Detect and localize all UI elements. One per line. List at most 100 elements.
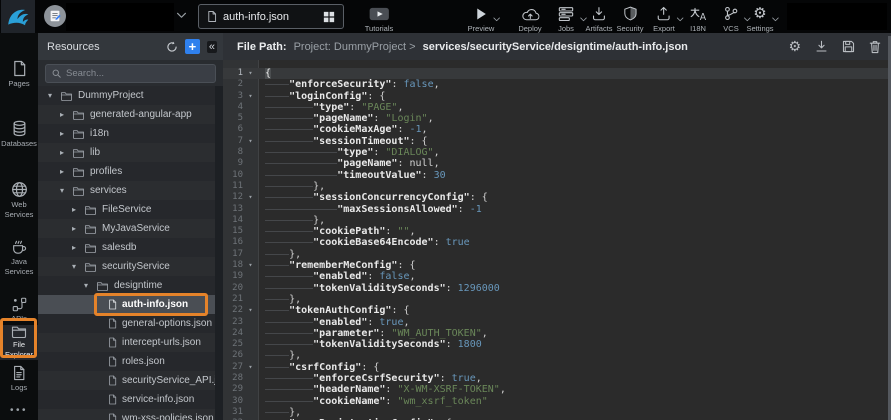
chevron-collapsed-icon[interactable]: ▸: [72, 243, 84, 252]
code-line-12[interactable]: 12▾"sessionConcurrencyConfig": {: [223, 192, 888, 203]
chevron-expanded-icon[interactable]: ▾: [48, 91, 60, 100]
sidebar-item-java-services[interactable]: Java Services: [0, 239, 38, 277]
code-line-13[interactable]: 13"maxSessionsAllowed": -1: [223, 204, 888, 215]
code-line-5[interactable]: 5"pageName": "Login",: [223, 113, 888, 124]
tree-item-services[interactable]: ▾services: [38, 181, 215, 200]
fold-marker-icon[interactable]: ▾: [243, 68, 258, 79]
code-line-29[interactable]: 29"headerName": "X-WM-XSRF-TOKEN",: [223, 384, 888, 395]
code-line-25[interactable]: 25"tokenValiditySeconds": 1800: [223, 339, 888, 350]
collapse-panel-icon[interactable]: «: [207, 41, 217, 53]
fold-marker-icon[interactable]: ▾: [243, 362, 258, 373]
tree-item-wm-xss-policies-json[interactable]: wm-xss-policies.json: [38, 409, 215, 420]
indent-guide: [265, 215, 313, 226]
tree-item-generated-angular-app[interactable]: ▸generated-angular-app: [38, 105, 215, 124]
fold-marker-icon[interactable]: ▾: [243, 305, 258, 316]
chevron-collapsed-icon[interactable]: ▸: [72, 205, 84, 214]
code-line-4[interactable]: 4"type": "PAGE",: [223, 102, 888, 113]
toolbar-action-tutorials[interactable]: Tutorials: [365, 6, 393, 33]
toolbar-action-settings[interactable]: ⚙Settings: [746, 6, 773, 33]
tree-item-fileservice[interactable]: ▸FileService: [38, 200, 215, 219]
tree-item-general-options-json[interactable]: general-options.json: [38, 314, 215, 333]
code-line-27[interactable]: 27▾"csrfConfig": {: [223, 362, 888, 373]
tree-item-intercept-urls-json[interactable]: intercept-urls.json: [38, 333, 215, 352]
code-line-8[interactable]: 8"type": "DIALOG",: [223, 147, 888, 158]
sidebar-item-pages[interactable]: Pages: [0, 60, 38, 89]
sidebar-item-logs[interactable]: Logs: [0, 365, 38, 393]
code-line-2[interactable]: 2"enforceSecurity": false,: [223, 79, 888, 90]
chevron-down-icon[interactable]: [772, 17, 780, 22]
tree-scrollbar[interactable]: [215, 86, 223, 420]
toolbar-action-security[interactable]: Security: [616, 6, 643, 33]
code-line-19[interactable]: 19"enabled": false,: [223, 271, 888, 282]
fold-marker-icon[interactable]: ▾: [243, 260, 258, 271]
code-line-28[interactable]: 28"enforceCsrfSecurity": true,: [223, 373, 888, 384]
search-input[interactable]: Search...: [45, 64, 216, 83]
chevron-expanded-icon[interactable]: ▾: [84, 281, 96, 290]
tree-item-designtime[interactable]: ▾designtime: [38, 276, 215, 295]
code-line-20[interactable]: 20"tokenValiditySeconds": 1296000: [223, 283, 888, 294]
fold-marker-icon[interactable]: ▾: [243, 91, 258, 102]
code-line-11[interactable]: 11},: [223, 181, 888, 192]
toolbar-action-deploy[interactable]: Deploy: [518, 6, 541, 33]
tree-item-auth-info-json[interactable]: auth-info.json: [38, 295, 215, 314]
delete-button[interactable]: [869, 40, 881, 54]
code-line-16[interactable]: 16"cookieBase64Encode": true: [223, 237, 888, 248]
settings-button[interactable]: ⚙: [788, 38, 801, 56]
chevron-expanded-icon[interactable]: ▾: [72, 262, 84, 271]
toolbar-action-export[interactable]: Export: [653, 6, 675, 33]
sidebar-item-file-explorer[interactable]: File Explorer: [0, 325, 38, 360]
sidebar-item-databases[interactable]: Databases: [0, 120, 38, 149]
chevron-collapsed-icon[interactable]: ▸: [60, 129, 72, 138]
sidebar-item-apis[interactable]: APIs: [0, 297, 38, 324]
tree-item-service-info-json[interactable]: service-info.json: [38, 390, 215, 409]
code-line-24[interactable]: 24"parameter": "WM_AUTH_TOKEN",: [223, 328, 888, 339]
refresh-icon[interactable]: [166, 41, 178, 53]
save-button[interactable]: [842, 40, 855, 53]
code-line-22[interactable]: 22▾"tokenAuthConfig": {: [223, 305, 888, 316]
toolbar-action-preview[interactable]: Preview: [468, 6, 495, 33]
code-line-15[interactable]: 15"cookiePath": "",: [223, 226, 888, 237]
code-line-23[interactable]: 23"enabled": true,: [223, 317, 888, 328]
tree-item-salesdb[interactable]: ▸salesdb: [38, 238, 215, 257]
chevron-collapsed-icon[interactable]: ▸: [60, 167, 72, 176]
code-line-26[interactable]: 26},: [223, 350, 888, 361]
tree-item-profiles[interactable]: ▸profiles: [38, 162, 215, 181]
code-editor[interactable]: 1▾{2"enforceSecurity": false,3▾"loginCon…: [223, 60, 888, 420]
toolbar-action-vcs[interactable]: VCS: [723, 6, 738, 33]
fold-marker-icon[interactable]: ▾: [243, 192, 258, 203]
code-line-31[interactable]: 31},: [223, 407, 888, 418]
code-line-14[interactable]: 14},: [223, 215, 888, 226]
tree-item-lib[interactable]: ▸lib: [38, 143, 215, 162]
code-line-7[interactable]: 7▾"sessionTimeout": {: [223, 136, 888, 147]
code-line-9[interactable]: 9"pageName": null,: [223, 158, 888, 169]
code-line-10[interactable]: 10"timeoutValue": 30: [223, 170, 888, 181]
code-line-21[interactable]: 21},: [223, 294, 888, 305]
tree-item-i18n[interactable]: ▸i18n: [38, 124, 215, 143]
code-line-1[interactable]: 1▾{: [223, 68, 888, 79]
chevron-down-icon[interactable]: [493, 17, 501, 22]
code-line-30[interactable]: 30"cookieName": "wm_xsrf_token": [223, 396, 888, 407]
add-resource-button[interactable]: +: [185, 39, 200, 54]
code-line-3[interactable]: 3▾"loginConfig": {: [223, 91, 888, 102]
tree-item-securityservice[interactable]: ▾securityService: [38, 257, 215, 276]
code-line-6[interactable]: 6"cookieMaxAge": -1,: [223, 124, 888, 135]
chevron-expanded-icon[interactable]: ▾: [60, 186, 72, 195]
tree-item-roles-json[interactable]: roles.json: [38, 352, 215, 371]
tree-item-myjavaservice[interactable]: ▸MyJavaService: [38, 219, 215, 238]
fold-marker-icon[interactable]: ▾: [243, 136, 258, 147]
chevron-collapsed-icon[interactable]: ▸: [60, 148, 72, 157]
toolbar-action-i18n[interactable]: AI18N: [690, 6, 707, 33]
tree-item-dummyproject[interactable]: ▾DummyProject: [38, 86, 215, 105]
sidebar-item-web-services[interactable]: Web Services: [0, 181, 38, 220]
chevron-collapsed-icon[interactable]: ▸: [72, 224, 84, 233]
tree-item-securityservice-api-json[interactable]: securityService_API.json: [38, 371, 215, 390]
toolbar-action-artifacts[interactable]: Artifacts: [585, 6, 612, 33]
sidebar-item-more[interactable]: •••: [0, 400, 38, 418]
code-line-18[interactable]: 18▾"rememberMeConfig": {: [223, 260, 888, 271]
download-button[interactable]: [815, 40, 828, 53]
chevron-down-icon[interactable]: [677, 17, 685, 22]
indent-guide: [265, 136, 313, 147]
chevron-collapsed-icon[interactable]: ▸: [60, 110, 72, 119]
toolbar-action-jobs[interactable]: Jobs: [558, 6, 575, 33]
code-line-17[interactable]: 17},: [223, 249, 888, 260]
